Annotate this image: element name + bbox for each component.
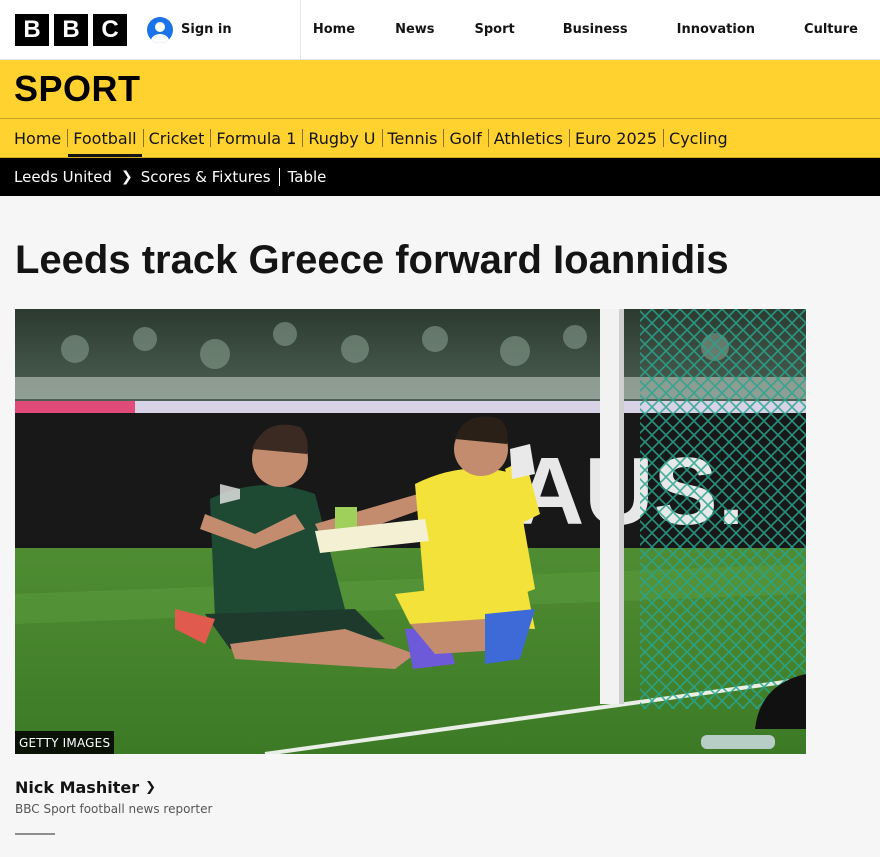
bbc-logo[interactable]: B B C bbox=[15, 13, 127, 46]
hero-photo: AUS. bbox=[15, 309, 806, 754]
sign-in-label: Sign in bbox=[181, 22, 232, 37]
sport-band: SPORT Home Football Cricket Formula 1 Ru… bbox=[0, 60, 880, 158]
article: Leeds track Greece forward Ioannidis AUS… bbox=[0, 236, 880, 835]
top-nav-news[interactable]: News bbox=[395, 0, 474, 60]
top-nav-innovation[interactable]: Innovation bbox=[677, 0, 804, 60]
image-credit: GETTY IMAGES bbox=[15, 731, 115, 754]
logo-letter-c: C bbox=[93, 13, 127, 46]
user-circle-icon bbox=[147, 16, 173, 43]
sport-nav-home[interactable]: Home bbox=[14, 119, 67, 157]
logo-letter-b2: B bbox=[54, 13, 88, 46]
chevron-right-icon: ❯ bbox=[145, 780, 156, 795]
subnav-table[interactable]: Table bbox=[288, 168, 327, 186]
sport-nav-athletics[interactable]: Athletics bbox=[487, 119, 569, 157]
sport-nav-tennis[interactable]: Tennis bbox=[381, 119, 444, 157]
sport-nav-golf[interactable]: Golf bbox=[443, 119, 487, 157]
author-role: BBC Sport football news reporter bbox=[15, 802, 213, 816]
byline-divider bbox=[15, 833, 55, 835]
article-headline: Leeds track Greece forward Ioannidis bbox=[15, 238, 729, 282]
byline: Nick Mashiter ❯ BBC Sport football news … bbox=[15, 778, 880, 835]
top-nav: Home News Sport Business Innovation Cult… bbox=[299, 0, 880, 60]
subnav-team-link[interactable]: Leeds United bbox=[14, 168, 112, 186]
sport-nav-cricket[interactable]: Cricket bbox=[142, 119, 211, 157]
team-subnav: Leeds United ❯ Scores & Fixtures Table bbox=[0, 158, 880, 196]
top-nav-sport[interactable]: Sport bbox=[475, 0, 563, 60]
subnav-scores-fixtures[interactable]: Scores & Fixtures bbox=[141, 168, 271, 186]
subnav-divider bbox=[278, 168, 280, 186]
chevron-right-icon: ❯ bbox=[120, 169, 133, 185]
sport-nav-cycling[interactable]: Cycling bbox=[663, 119, 734, 157]
top-nav-business[interactable]: Business bbox=[563, 0, 677, 60]
hero-image: AUS. GETTY IMAGES bbox=[15, 309, 806, 754]
sport-nav-football[interactable]: Football bbox=[67, 119, 142, 157]
sport-nav-rugby-union[interactable]: Rugby U bbox=[302, 119, 381, 157]
logo-letter-b1: B bbox=[15, 13, 49, 46]
sport-nav-formula-1[interactable]: Formula 1 bbox=[210, 119, 302, 157]
top-nav-culture[interactable]: Culture bbox=[804, 0, 880, 60]
author-name: Nick Mashiter bbox=[15, 778, 140, 797]
sport-title[interactable]: SPORT bbox=[0, 60, 880, 119]
sport-nav: Home Football Cricket Formula 1 Rugby U … bbox=[0, 119, 880, 157]
masthead: B B C Sign in Home News Sport Business I… bbox=[0, 0, 880, 60]
author-link[interactable]: Nick Mashiter ❯ bbox=[15, 778, 156, 797]
sport-nav-euro-2025[interactable]: Euro 2025 bbox=[568, 119, 663, 157]
top-nav-home[interactable]: Home bbox=[301, 0, 395, 60]
sign-in-button[interactable]: Sign in bbox=[147, 16, 232, 43]
